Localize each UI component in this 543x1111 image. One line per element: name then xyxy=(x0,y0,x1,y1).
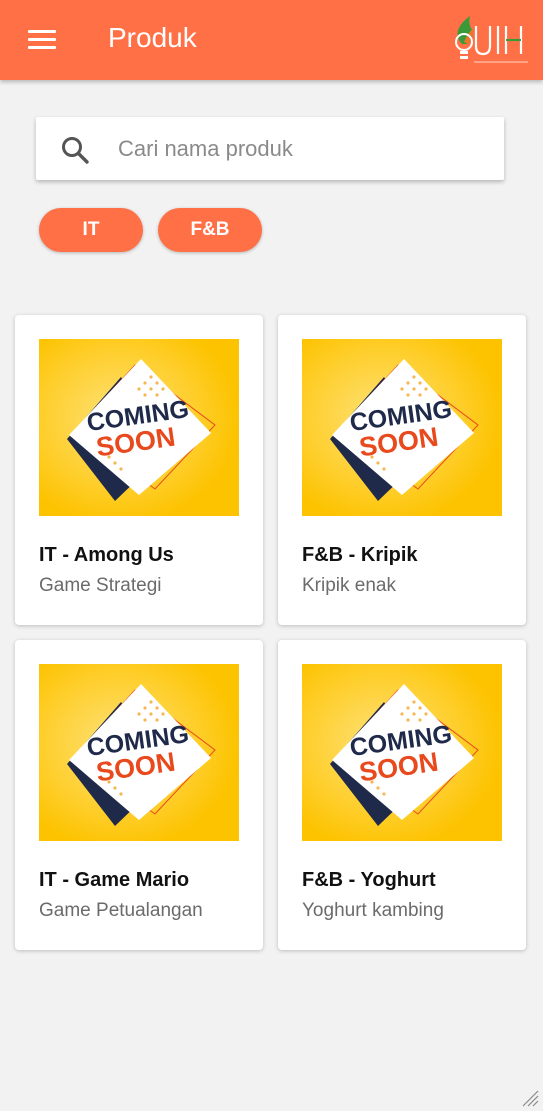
product-name: IT - Game Mario xyxy=(39,869,190,891)
hamburger-menu-icon[interactable] xyxy=(28,30,56,50)
product-description: Kripik enak xyxy=(302,575,396,596)
product-name: F&B - Yoghurt xyxy=(302,869,436,891)
coming-soon-graphic: COMINGSOON xyxy=(39,339,239,516)
product-name: F&B - Kripik xyxy=(302,544,418,566)
product-description: Game Petualangan xyxy=(39,900,203,921)
product-card[interactable]: COMING SOON F&B - Kripik Kripik enak xyxy=(278,315,526,625)
filter-chip-fb[interactable]: F&B xyxy=(158,208,262,252)
product-name: IT - Among Us xyxy=(39,544,174,566)
coming-soon-graphic: COMINGSOON xyxy=(39,664,239,841)
search-input[interactable] xyxy=(118,117,488,180)
product-card[interactable]: COMING SOON IT - Game Mario Game Petualan… xyxy=(15,640,263,950)
page-title: Produk xyxy=(108,22,197,53)
app-bar: Produk xyxy=(0,0,543,80)
resize-handle-icon[interactable] xyxy=(521,1089,539,1107)
coming-soon-image: COMING SOON xyxy=(302,339,502,516)
coming-soon-image: COMING SOON xyxy=(39,664,239,841)
coming-soon-graphic: COMINGSOON xyxy=(302,339,502,516)
uih-logo xyxy=(455,16,528,63)
product-description: Yoghurt kambing xyxy=(302,900,444,921)
coming-soon-image: COMING SOON xyxy=(302,664,502,841)
product-card[interactable]: COMING SOON F&B - Yoghurt Yoghurt kambing xyxy=(278,640,526,950)
product-description: Game Strategi xyxy=(39,575,162,596)
coming-soon-image: COMING SOON xyxy=(39,339,239,516)
search-icon[interactable] xyxy=(60,135,90,165)
search-bar xyxy=(36,117,504,180)
product-card[interactable]: COMING SOON IT - Among Us Game Strategi xyxy=(15,315,263,625)
filter-chip-it[interactable]: IT xyxy=(39,208,143,252)
coming-soon-graphic: COMINGSOON xyxy=(302,664,502,841)
